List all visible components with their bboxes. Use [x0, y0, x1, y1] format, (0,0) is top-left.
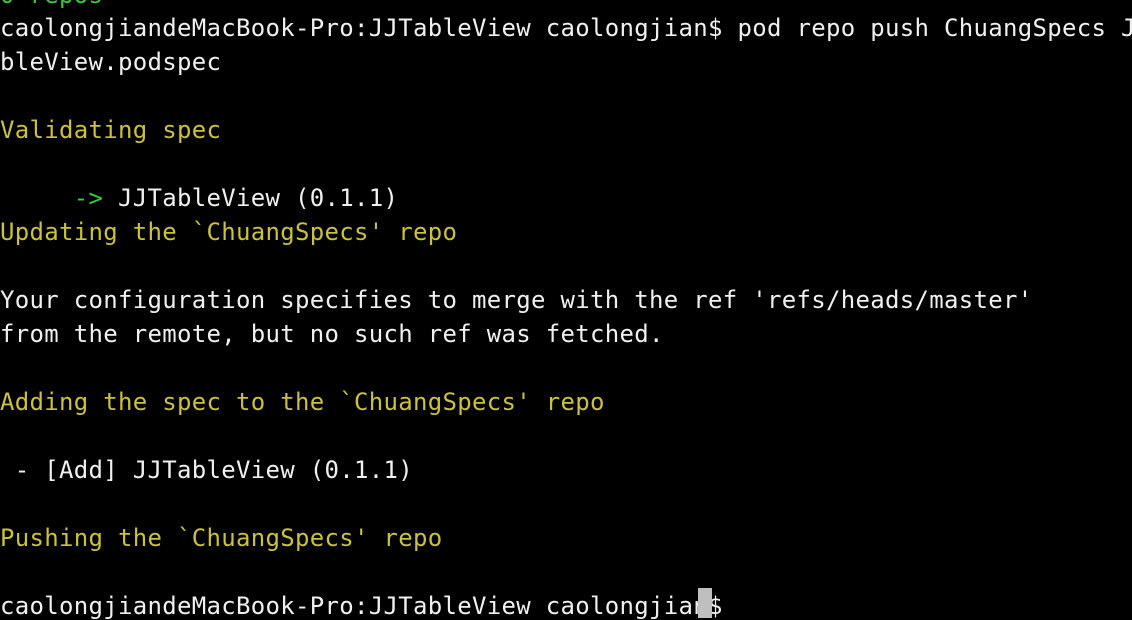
- pushing-repo-line: Pushing the `ChuangSpecs' repo: [0, 524, 443, 552]
- shell-prompt: caolongjiandeMacBook-Pro:JJTableView cao…: [0, 592, 738, 620]
- updating-repo-line: Updating the `ChuangSpecs' repo: [0, 218, 458, 246]
- config-warning-line-2: from the remote, but no such ref was fet…: [0, 320, 664, 348]
- add-entry-line: - [Add] JJTableView (0.1.1): [0, 456, 413, 484]
- text-cursor[interactable]: [698, 588, 712, 618]
- adding-spec-line: Adding the spec to the `ChuangSpecs' rep…: [0, 388, 605, 416]
- validating-spec-line: Validating spec: [0, 116, 222, 144]
- terminal-window[interactable]: 0 repos caolongjiandeMacBook-Pro:JJTable…: [0, 0, 1132, 620]
- command-line-1: caolongjiandeMacBook-Pro:JJTableView cao…: [0, 14, 1132, 42]
- spec-name-text: JJTableView (0.1.1): [103, 184, 399, 212]
- spec-name-line: -> JJTableView (0.1.1): [0, 147, 398, 212]
- command-line-2: bleView.podspec: [0, 48, 222, 76]
- config-warning-line-1: Your configuration specifies to merge wi…: [0, 286, 1033, 314]
- arrow-marker: ->: [59, 184, 104, 212]
